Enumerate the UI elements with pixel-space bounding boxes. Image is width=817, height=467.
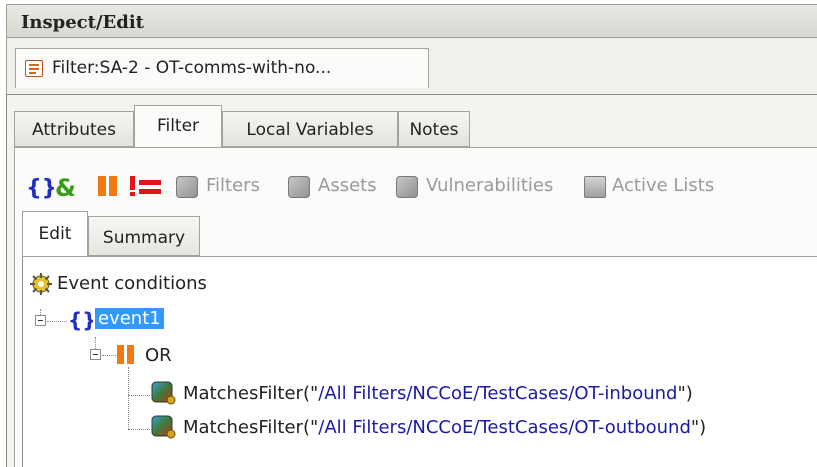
tree-connector	[102, 355, 116, 356]
tab-edit[interactable]: Edit	[22, 211, 88, 257]
filter-resource-icon	[176, 176, 198, 198]
tree-connector	[128, 367, 129, 429]
collapse-or-toggle[interactable]	[90, 349, 101, 360]
tab-attributes[interactable]: Attributes	[14, 111, 134, 147]
vulnerability-resource-icon	[396, 176, 418, 198]
vulnerabilities-button[interactable]: Vulnerabilities	[394, 168, 574, 204]
filters-button[interactable]: Filters	[174, 168, 274, 204]
condition-text: MatchesFilter("/All Filters/NCCoE/TestCa…	[183, 417, 707, 438]
condition-text: MatchesFilter("/All Filters/NCCoE/TestCa…	[183, 383, 693, 404]
filter-match-icon	[151, 381, 176, 405]
ampersand-icon[interactable]: &	[52, 168, 82, 204]
tree-condition-row[interactable]: MatchesFilter("/All Filters/NCCoE/TestCa…	[151, 379, 817, 407]
document-tab[interactable]: Filter:SA-2 - OT-comms-with-no...	[15, 48, 429, 88]
svg-text:&: &	[55, 174, 76, 202]
assets-button[interactable]: Assets	[286, 168, 386, 204]
tree-root[interactable]: Event conditions	[27, 269, 347, 297]
braces-icon: {}	[68, 308, 93, 332]
gear-conditions-icon	[30, 273, 52, 295]
condition-toolbar: {} & Filters	[24, 168, 817, 204]
svg-text:{}: {}	[68, 308, 93, 332]
active-list-icon	[584, 176, 606, 198]
or-bars-icon	[117, 345, 134, 364]
tree-condition-row[interactable]: MatchesFilter("/All Filters/NCCoE/TestCa…	[151, 413, 817, 441]
active-lists-button[interactable]: Active Lists	[580, 168, 817, 204]
panel-title-bar: Inspect/Edit	[6, 4, 817, 38]
tree-node-or[interactable]: OR	[115, 341, 235, 369]
filter-document-icon	[25, 60, 43, 77]
collapse-event1-toggle[interactable]	[35, 315, 46, 326]
inspect-edit-window: Inspect/Edit Filter:SA-2 - OT-comms-with…	[0, 0, 817, 467]
asset-resource-icon	[288, 176, 310, 198]
braces-icon[interactable]: {}	[24, 168, 57, 204]
or-bars-icon[interactable]	[94, 168, 124, 204]
tree-connector	[128, 429, 150, 430]
filter-match-icon	[151, 415, 176, 439]
document-tab-bar: Filter:SA-2 - OT-comms-with-no...	[6, 38, 817, 94]
condition-tree: Event conditions {} event1 OR	[22, 257, 817, 467]
document-tab-label: Filter:SA-2 - OT-comms-with-no...	[52, 58, 332, 78]
tree-node-event1[interactable]: {} event1	[67, 305, 267, 333]
tree-connector	[128, 395, 150, 396]
tab-summary[interactable]: Summary	[88, 216, 200, 256]
tab-filter[interactable]: Filter	[134, 105, 222, 148]
panel-title: Inspect/Edit	[21, 12, 144, 33]
tab-notes[interactable]: Notes	[398, 111, 470, 147]
not-equal-icon[interactable]	[128, 168, 168, 204]
svg-text:{}: {}	[26, 176, 54, 201]
tree-connector	[47, 321, 67, 322]
tab-local-variables[interactable]: Local Variables	[222, 111, 398, 147]
main-tab-strip: Attributes Filter Local Variables Notes	[14, 105, 817, 148]
tree-connector	[95, 337, 96, 349]
